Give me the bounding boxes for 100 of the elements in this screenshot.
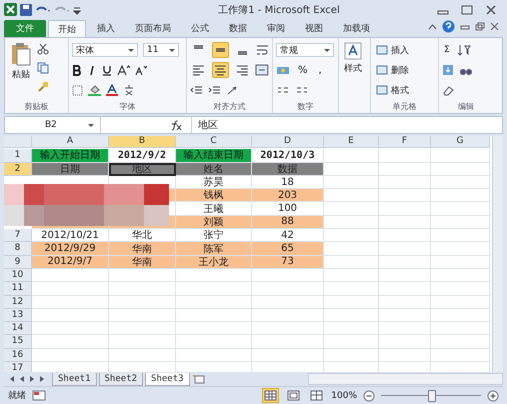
table-cell (252, 335, 324, 349)
ribbon-tab[interactable]: 审阅 (258, 20, 294, 37)
row-header[interactable]: 12 (4, 296, 32, 309)
table-cell (379, 189, 431, 202)
border-icon[interactable] (72, 84, 83, 96)
format-painter-icon[interactable] (37, 81, 49, 93)
ribbon-tab[interactable]: 数据 (220, 20, 256, 37)
ribbon-tab[interactable]: 视图 (296, 20, 332, 37)
file-tab[interactable]: 文件 (4, 20, 46, 37)
row-header[interactable]: 1 (4, 149, 32, 163)
undo-icon[interactable] (35, 4, 51, 14)
eraser-icon[interactable] (442, 84, 455, 96)
row-header[interactable]: 17 (4, 362, 32, 372)
phonetic-icon[interactable] (123, 84, 135, 96)
vertical-align-icon[interactable] (212, 42, 229, 58)
view-mode-icon[interactable] (308, 388, 326, 403)
row-header[interactable]: 7 (4, 229, 32, 242)
row-header[interactable]: 9 (4, 256, 32, 269)
autosum-button[interactable]: Σ (442, 42, 452, 58)
merge-cells-icon[interactable] (255, 64, 270, 76)
fill-color-icon[interactable] (88, 84, 101, 96)
increase-decimal-icon[interactable] (276, 85, 290, 95)
row-header[interactable]: 11 (4, 282, 32, 296)
zoom-level[interactable]: 100% (331, 390, 357, 400)
new-sheet-icon[interactable] (192, 374, 206, 384)
close-icon[interactable] (485, 4, 497, 14)
view-mode-icon[interactable] (262, 388, 280, 403)
increase-indent-icon[interactable] (208, 84, 221, 96)
customize-icon[interactable] (73, 4, 81, 14)
row-header[interactable]: 8 (4, 242, 32, 256)
ribbon-tab[interactable]: 插入 (88, 20, 124, 37)
cells-command-button[interactable]: 插入 (374, 42, 435, 58)
save-icon[interactable] (20, 4, 32, 16)
view-mode-icon[interactable] (285, 388, 302, 403)
restore-icon[interactable] (475, 22, 485, 31)
table-cell (109, 282, 176, 296)
font-name-field[interactable]: 宋体 (72, 43, 138, 57)
row-header[interactable]: 13 (4, 308, 32, 322)
zoom-slider-thumb[interactable] (428, 390, 436, 402)
row-header[interactable]: 15 (4, 335, 32, 349)
decrease-font-icon[interactable] (135, 64, 147, 76)
vertical-scrollbar[interactable] (492, 136, 503, 372)
font-size-field[interactable]: 11 (143, 43, 179, 57)
ribbon-tab[interactable]: 加载项 (334, 20, 379, 37)
column-header[interactable]: G (431, 136, 490, 148)
ribbon-tab[interactable]: 页面布局 (126, 20, 180, 37)
minimize-icon[interactable] (460, 22, 470, 30)
sheet-tab[interactable]: Sheet3 (145, 372, 190, 386)
ribbon-tab[interactable]: 公式 (182, 20, 218, 37)
paste-button[interactable]: 粘贴 (8, 40, 34, 101)
copy-icon[interactable] (37, 62, 51, 74)
cut-icon[interactable] (37, 43, 49, 55)
column-header[interactable]: A (32, 136, 109, 148)
row-header[interactable]: 2 (4, 162, 32, 176)
table-cell (324, 296, 379, 309)
fill-icon[interactable] (442, 64, 454, 76)
collapse-ribbon-icon[interactable] (428, 22, 437, 30)
column-header[interactable]: B (109, 136, 176, 148)
row-header[interactable]: 14 (4, 322, 32, 336)
help-icon[interactable] (442, 20, 455, 33)
name-box[interactable]: B2 (5, 117, 101, 133)
horizontal-align-icon[interactable] (212, 62, 228, 78)
number-format-field[interactable]: 常规 (276, 43, 334, 57)
row-header[interactable]: 10 (4, 268, 32, 282)
table-cell (379, 322, 431, 336)
table-cell (109, 296, 176, 309)
zoom-out-icon[interactable] (363, 390, 375, 402)
styles-button[interactable]: 样式 (342, 40, 364, 112)
cell-text: 2012/9/2 (118, 150, 166, 161)
currency-icon[interactable] (276, 64, 290, 76)
percent-style-button[interactable]: % (295, 64, 311, 76)
cells-command-button[interactable]: 格式 (374, 82, 435, 98)
maximize-icon[interactable] (461, 4, 473, 14)
sort-filter-icon[interactable] (456, 44, 471, 56)
comma-style-button[interactable]: , (316, 64, 325, 76)
column-header[interactable]: E (324, 136, 379, 148)
underline-icon[interactable] (102, 64, 112, 76)
cell-text: 陈军 (204, 242, 224, 256)
row-header[interactable]: 16 (4, 348, 32, 362)
formula-field[interactable]: 地区 (191, 117, 502, 133)
increase-font-icon[interactable] (117, 64, 130, 76)
sheet-tab[interactable]: Sheet1 (52, 372, 97, 386)
table-cell (379, 149, 431, 163)
font-color-icon[interactable] (106, 84, 118, 96)
column-header[interactable]: F (379, 136, 431, 148)
column-header[interactable]: D (252, 136, 324, 148)
wrap-text-icon[interactable] (256, 44, 269, 56)
insert-function-icon[interactable] (169, 119, 183, 131)
decrease-decimal-icon[interactable] (295, 85, 309, 95)
close-icon[interactable] (490, 22, 499, 31)
macro-record-icon[interactable] (32, 390, 46, 401)
ribbon-tab[interactable]: 开始 (48, 20, 86, 37)
cells-command-button[interactable]: 删除 (374, 62, 435, 78)
zoom-in-icon[interactable] (487, 390, 499, 402)
table-cell (324, 335, 379, 349)
bold-icon[interactable] (72, 64, 82, 76)
horizontal-scrollbar[interactable] (308, 373, 503, 385)
sheet-tab[interactable]: Sheet2 (98, 372, 144, 386)
column-header[interactable]: C (176, 136, 252, 148)
decrease-indent-icon[interactable] (190, 84, 203, 96)
